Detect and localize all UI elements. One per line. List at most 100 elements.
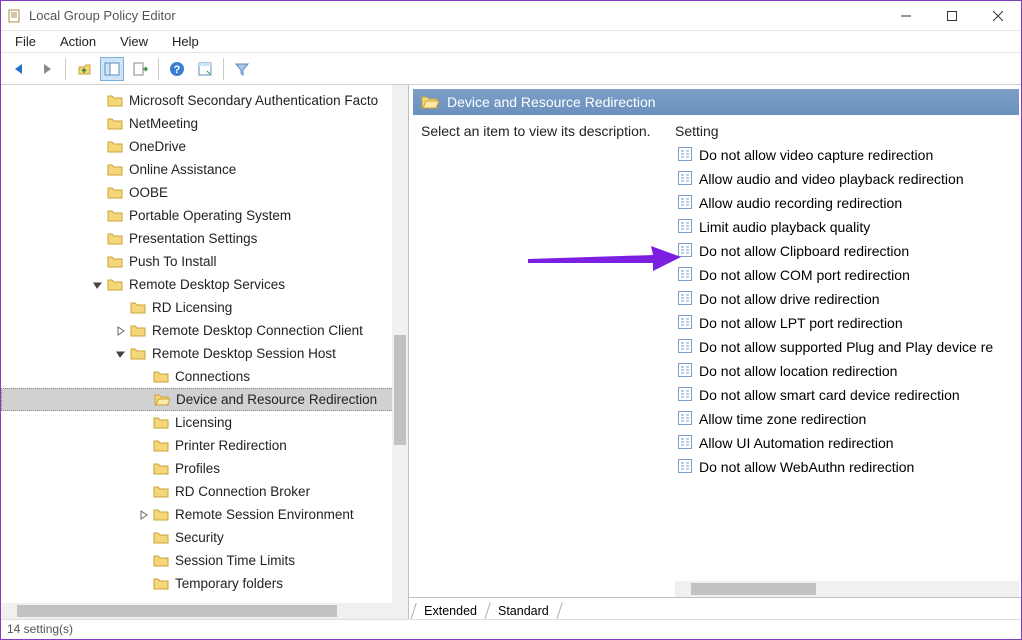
tree-item[interactable]: Push To Install bbox=[1, 250, 408, 273]
expander-spacer bbox=[91, 163, 105, 177]
minimize-button[interactable] bbox=[883, 1, 929, 31]
expander-spacer bbox=[137, 462, 151, 476]
settings-column-header[interactable]: Setting bbox=[675, 119, 1019, 143]
setting-item[interactable]: Allow audio recording redirection bbox=[675, 191, 1019, 215]
tree-item-label: Security bbox=[175, 530, 224, 545]
tree-item[interactable]: Microsoft Secondary Authentication Facto bbox=[1, 89, 408, 112]
tree-item[interactable]: NetMeeting bbox=[1, 112, 408, 135]
setting-item[interactable]: Limit audio playback quality bbox=[675, 215, 1019, 239]
expander-spacer bbox=[91, 255, 105, 269]
tree-item-label: Session Time Limits bbox=[175, 553, 295, 568]
up-button[interactable] bbox=[72, 57, 96, 81]
folder-icon bbox=[130, 324, 152, 338]
menu-file[interactable]: File bbox=[3, 32, 48, 51]
policy-setting-icon bbox=[677, 458, 693, 477]
tree-item[interactable]: Licensing bbox=[1, 411, 408, 434]
folder-icon bbox=[107, 117, 129, 131]
setting-item[interactable]: Do not allow Clipboard redirection bbox=[675, 239, 1019, 263]
folder-icon bbox=[153, 554, 175, 568]
properties-button[interactable] bbox=[193, 57, 217, 81]
tree-item[interactable]: Remote Desktop Connection Client bbox=[1, 319, 408, 342]
setting-label: Do not allow smart card device redirecti… bbox=[699, 387, 960, 403]
tree-item[interactable]: Portable Operating System bbox=[1, 204, 408, 227]
menu-help[interactable]: Help bbox=[160, 32, 211, 51]
setting-item[interactable]: Do not allow location redirection bbox=[675, 359, 1019, 383]
tree-item[interactable]: RD Licensing bbox=[1, 296, 408, 319]
setting-label: Allow audio and video playback redirecti… bbox=[699, 171, 964, 187]
tree-item-label: Microsoft Secondary Authentication Facto bbox=[129, 93, 378, 108]
policy-setting-icon bbox=[677, 146, 693, 165]
setting-item[interactable]: Do not allow COM port redirection bbox=[675, 263, 1019, 287]
tree-item[interactable]: RD Connection Broker bbox=[1, 480, 408, 503]
tree-item[interactable]: Printer Redirection bbox=[1, 434, 408, 457]
close-button[interactable] bbox=[975, 1, 1021, 31]
setting-label: Do not allow location redirection bbox=[699, 363, 897, 379]
setting-item[interactable]: Do not allow video capture redirection bbox=[675, 143, 1019, 167]
chevron-down-icon[interactable] bbox=[114, 347, 128, 361]
export-list-button[interactable] bbox=[128, 57, 152, 81]
chevron-right-icon[interactable] bbox=[114, 324, 128, 338]
expander-spacer bbox=[91, 117, 105, 131]
setting-label: Allow UI Automation redirection bbox=[699, 435, 894, 451]
policy-setting-icon bbox=[677, 434, 693, 453]
folder-icon bbox=[107, 186, 129, 200]
setting-item[interactable]: Do not allow supported Plug and Play dev… bbox=[675, 335, 1019, 359]
chevron-down-icon[interactable] bbox=[91, 278, 105, 292]
maximize-button[interactable] bbox=[929, 1, 975, 31]
tab-extended[interactable]: Extended bbox=[410, 603, 490, 619]
setting-item[interactable]: Do not allow LPT port redirection bbox=[675, 311, 1019, 335]
policy-setting-icon bbox=[677, 170, 693, 189]
policy-setting-icon bbox=[677, 290, 693, 309]
tab-standard[interactable]: Standard bbox=[484, 602, 563, 619]
setting-item[interactable]: Do not allow smart card device redirecti… bbox=[675, 383, 1019, 407]
policy-setting-icon bbox=[677, 362, 693, 381]
filter-button[interactable] bbox=[230, 57, 254, 81]
tree-item[interactable]: Presentation Settings bbox=[1, 227, 408, 250]
forward-button[interactable] bbox=[35, 57, 59, 81]
horizontal-scrollbar[interactable] bbox=[675, 581, 1019, 597]
chevron-right-icon[interactable] bbox=[137, 508, 151, 522]
setting-label: Do not allow LPT port redirection bbox=[699, 315, 903, 331]
help-button[interactable]: ? bbox=[165, 57, 189, 81]
tree-item[interactable]: Device and Resource Redirection bbox=[1, 388, 408, 411]
policy-setting-icon bbox=[677, 338, 693, 357]
pane-header: Device and Resource Redirection bbox=[413, 89, 1019, 115]
tree-item[interactable]: Profiles bbox=[1, 457, 408, 480]
tree-item[interactable]: Online Assistance bbox=[1, 158, 408, 181]
tree-item[interactable]: OOBE bbox=[1, 181, 408, 204]
tree-item[interactable]: Temporary folders bbox=[1, 572, 408, 595]
tree-item-label: RD Licensing bbox=[152, 300, 232, 315]
setting-item[interactable]: Do not allow WebAuthn redirection bbox=[675, 455, 1019, 479]
tree-item[interactable]: Remote Desktop Session Host bbox=[1, 342, 408, 365]
tree-item[interactable]: Security bbox=[1, 526, 408, 549]
setting-item[interactable]: Allow time zone redirection bbox=[675, 407, 1019, 431]
status-text: 14 setting(s) bbox=[7, 622, 73, 636]
setting-item[interactable]: Allow audio and video playback redirecti… bbox=[675, 167, 1019, 191]
tree-item[interactable]: OneDrive bbox=[1, 135, 408, 158]
menu-view[interactable]: View bbox=[108, 32, 160, 51]
expander-spacer bbox=[137, 485, 151, 499]
tree-item[interactable]: Remote Desktop Services bbox=[1, 273, 408, 296]
folder-icon bbox=[130, 347, 152, 361]
show-hide-tree-button[interactable] bbox=[100, 57, 124, 81]
menu-action[interactable]: Action bbox=[48, 32, 108, 51]
policy-setting-icon bbox=[677, 314, 693, 333]
expander-spacer bbox=[137, 577, 151, 591]
details-pane: Device and Resource Redirection Select a… bbox=[409, 85, 1021, 619]
tree[interactable]: Microsoft Secondary Authentication Facto… bbox=[1, 89, 408, 595]
expander-spacer bbox=[137, 554, 151, 568]
setting-item[interactable]: Allow UI Automation redirection bbox=[675, 431, 1019, 455]
setting-item[interactable]: Do not allow drive redirection bbox=[675, 287, 1019, 311]
tree-item[interactable]: Session Time Limits bbox=[1, 549, 408, 572]
folder-icon bbox=[153, 531, 175, 545]
tree-item-label: Connections bbox=[175, 369, 250, 384]
description-prompt: Select an item to view its description. bbox=[421, 123, 667, 139]
tree-item-label: Licensing bbox=[175, 415, 232, 430]
settings-list[interactable]: Do not allow video capture redirection Al… bbox=[675, 143, 1019, 479]
folder-icon bbox=[154, 393, 176, 407]
vertical-scrollbar[interactable] bbox=[392, 85, 408, 603]
horizontal-scrollbar[interactable] bbox=[1, 603, 408, 619]
back-button[interactable] bbox=[7, 57, 31, 81]
tree-item[interactable]: Connections bbox=[1, 365, 408, 388]
tree-item[interactable]: Remote Session Environment bbox=[1, 503, 408, 526]
